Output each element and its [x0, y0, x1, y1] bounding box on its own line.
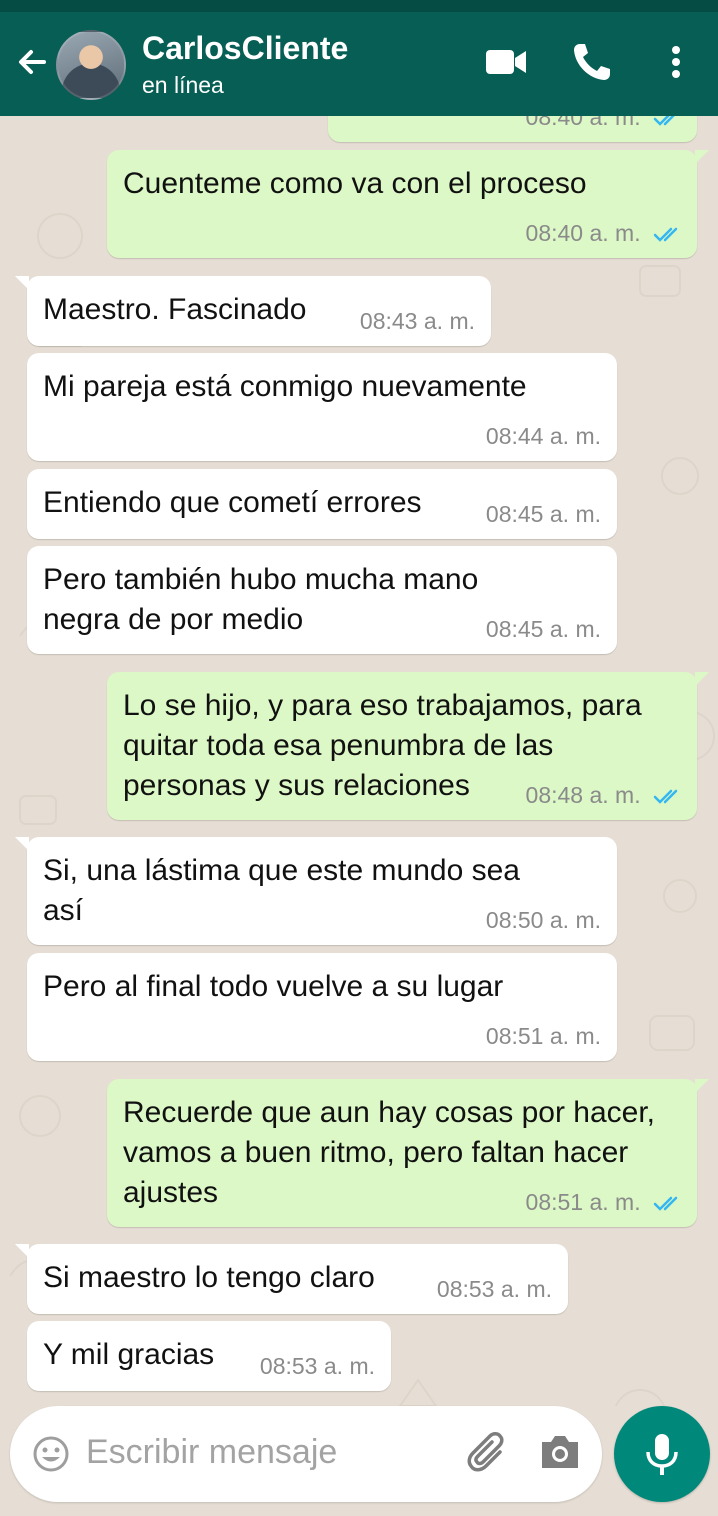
message-meta: 08:50 a. m.	[486, 907, 601, 933]
chat-area[interactable]: 08:40 a. m. Cuenteme como va con el proc…	[0, 116, 718, 1406]
message-time: 08:45 a. m.	[485, 501, 601, 527]
attach-icon[interactable]	[466, 1430, 512, 1476]
double-check-icon	[653, 227, 678, 242]
message-text: Pero también hubo mucha mano negra de po…	[43, 563, 479, 636]
message-composer[interactable]: Escribir mensaje	[10, 1406, 602, 1502]
message-bubble-incoming[interactable]: Mi pareja está conmigo nuevamente 08:44 …	[27, 353, 617, 461]
contact-status: en línea	[142, 72, 224, 98]
message-bubble-outgoing[interactable]: 08:40 a. m.	[328, 116, 697, 142]
message-bubble-outgoing[interactable]: Lo se hijo, y para eso trabajamos, para …	[107, 672, 709, 820]
emoji-icon[interactable]	[32, 1435, 70, 1473]
message-text: Y mil gracias	[43, 1338, 215, 1371]
message-bubble-incoming[interactable]: Pero también hubo mucha mano negra de po…	[27, 546, 617, 654]
message-time: 08:51 a. m.	[485, 1023, 601, 1049]
message-time: 08:40 a. m.	[525, 116, 641, 130]
message-time: 08:48 a. m.	[525, 782, 641, 808]
message-input[interactable]: Escribir mensaje	[86, 1433, 337, 1472]
message-bubble-incoming[interactable]: Entiendo que cometí errores 08:45 a. m.	[27, 469, 617, 539]
message-text: Cuenteme como va con el proceso	[123, 167, 587, 200]
message-meta: 08:51 a. m.	[526, 1189, 681, 1215]
message-meta: 08:40 a. m.	[526, 220, 681, 246]
message-bubble-incoming[interactable]: Si maestro lo tengo claro 08:53 a. m.	[15, 1244, 568, 1314]
message-meta: 08:53 a. m.	[260, 1353, 375, 1379]
status-bar	[0, 0, 718, 12]
more-vert-icon[interactable]	[652, 38, 700, 86]
back-arrow-icon[interactable]	[12, 42, 52, 82]
mic-icon	[646, 1434, 678, 1475]
contact-name[interactable]: CarlosCliente	[142, 30, 348, 67]
message-time: 08:43 a. m.	[359, 308, 475, 334]
message-bubble-incoming[interactable]: Pero al final todo vuelve a su lugar 08:…	[27, 953, 617, 1061]
message-text: Mi pareja está conmigo nuevamente	[43, 370, 527, 403]
message-bubble-incoming[interactable]: Y mil gracias 08:53 a. m.	[27, 1321, 391, 1391]
video-call-icon[interactable]	[482, 38, 530, 86]
message-text: Si, una lástima que este mundo sea así	[43, 854, 520, 927]
message-meta: 08:53 a. m.	[437, 1276, 552, 1302]
avatar[interactable]	[56, 30, 126, 100]
message-meta: 08:45 a. m.	[486, 616, 601, 642]
message-text: Maestro. Fascinado	[43, 293, 307, 326]
double-check-icon	[653, 1196, 678, 1211]
message-time: 08:51 a. m.	[525, 1189, 641, 1215]
message-text: Pero al final todo vuelve a su lugar	[43, 970, 504, 1003]
voice-call-icon[interactable]	[568, 38, 616, 86]
message-time: 08:53 a. m.	[259, 1353, 375, 1379]
message-bubble-incoming[interactable]: Si, una lástima que este mundo sea así 0…	[15, 837, 617, 945]
message-meta: 08:44 a. m.	[486, 423, 601, 449]
message-bubble-incoming[interactable]: Maestro. Fascinado 08:43 a. m.	[15, 276, 491, 346]
message-text: Si maestro lo tengo claro	[43, 1261, 375, 1294]
double-check-icon	[653, 789, 678, 804]
message-time: 08:53 a. m.	[436, 1276, 552, 1302]
message-text: Entiendo que cometí errores	[43, 486, 422, 519]
message-time: 08:50 a. m.	[485, 907, 601, 933]
message-meta: 08:45 a. m.	[486, 501, 601, 527]
message-meta: 08:43 a. m.	[360, 308, 475, 334]
message-meta: 08:48 a. m.	[526, 782, 681, 808]
double-check-icon	[653, 116, 675, 126]
camera-icon[interactable]	[538, 1432, 582, 1472]
message-meta: 08:51 a. m.	[486, 1023, 601, 1049]
message-bubble-outgoing[interactable]: Cuenteme como va con el proceso 08:40 a.…	[107, 150, 709, 258]
message-time: 08:40 a. m.	[525, 220, 641, 246]
message-meta: 08:40 a. m.	[526, 116, 681, 130]
message-time: 08:44 a. m.	[485, 423, 601, 449]
chat-header: CarlosCliente en línea	[0, 12, 718, 116]
message-bubble-outgoing[interactable]: Recuerde que aun hay cosas por hacer, va…	[107, 1079, 709, 1227]
mic-button[interactable]	[614, 1406, 710, 1502]
message-time: 08:45 a. m.	[485, 616, 601, 642]
